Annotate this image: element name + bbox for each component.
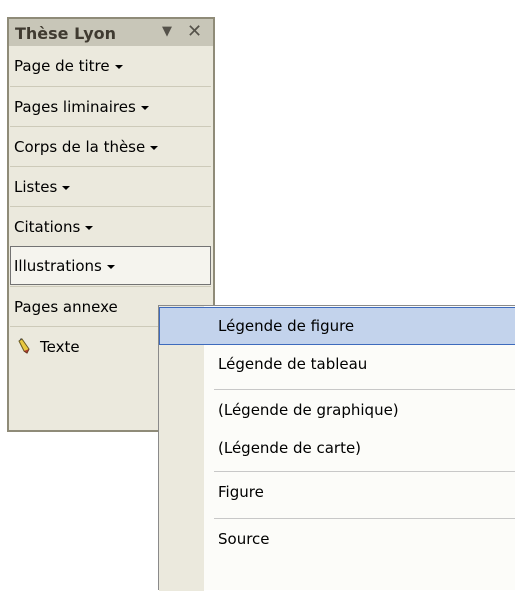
menu-item-legende-de-graphique[interactable]: (Légende de graphique) [159,391,515,429]
toolbar-item-label: Listes [14,178,58,196]
menu-item-label: (Légende de carte) [218,439,362,457]
menu-separator [214,518,515,519]
toolbar-item-label: Texte [40,338,80,356]
toolbar-item-citations[interactable]: Citations [10,206,211,246]
menu-item-label: (Légende de graphique) [218,401,399,419]
menu-separator [214,389,515,390]
menu-item-label: Figure [218,483,264,501]
toolbar-item-label: Pages liminaires [14,98,136,116]
chevron-down-icon [140,105,149,110]
toolbar-title: Thèse Lyon [15,24,117,43]
toolbar-item-label: Page de titre [14,57,110,75]
menu-item-legende-de-carte[interactable]: (Légende de carte) [159,429,515,467]
toolbar-item-illustrations[interactable]: Illustrations [10,246,211,285]
menu-item-label: Source [218,530,270,548]
chevron-down-icon [106,264,115,269]
toolbar-item-label: Corps de la thèse [14,138,146,156]
toolbar-item-corps-de-la-these[interactable]: Corps de la thèse [10,126,211,166]
menu-item-legende-de-figure[interactable]: Légende de figure [159,307,515,345]
pencil-icon [18,338,30,354]
menu-item-figure[interactable]: Figure [159,473,515,511]
menu-item-label: Légende de tableau [218,355,368,373]
toolbar-item-label: Citations [14,218,81,236]
toolbar-item-label: Pages annexe [14,298,118,316]
chevron-down-icon [85,225,94,230]
menu-item-label: Légende de figure [218,317,355,335]
toolbar-item-pages-liminaires[interactable]: Pages liminaires [10,86,211,126]
close-icon[interactable]: ✕ [187,21,202,42]
toolbar-item-listes[interactable]: Listes [10,166,211,206]
chevron-down-icon [150,145,159,150]
toolbar-item-page-de-titre[interactable]: Page de titre [10,46,211,86]
menu-separator [214,471,515,472]
menu-item-legende-de-tableau[interactable]: Légende de tableau [159,345,515,383]
illustrations-dropdown-menu: Légende de figure Légende de tableau (Lé… [158,305,515,591]
chevron-down-icon [114,64,123,69]
toolbar-options-icon[interactable]: ▼ [162,24,172,39]
menu-item-source[interactable]: Source [159,520,515,558]
toolbar-title-bar[interactable]: Thèse Lyon ▼ ✕ [9,19,213,46]
chevron-down-icon [62,185,71,190]
toolbar-item-label: Illustrations [14,257,102,275]
